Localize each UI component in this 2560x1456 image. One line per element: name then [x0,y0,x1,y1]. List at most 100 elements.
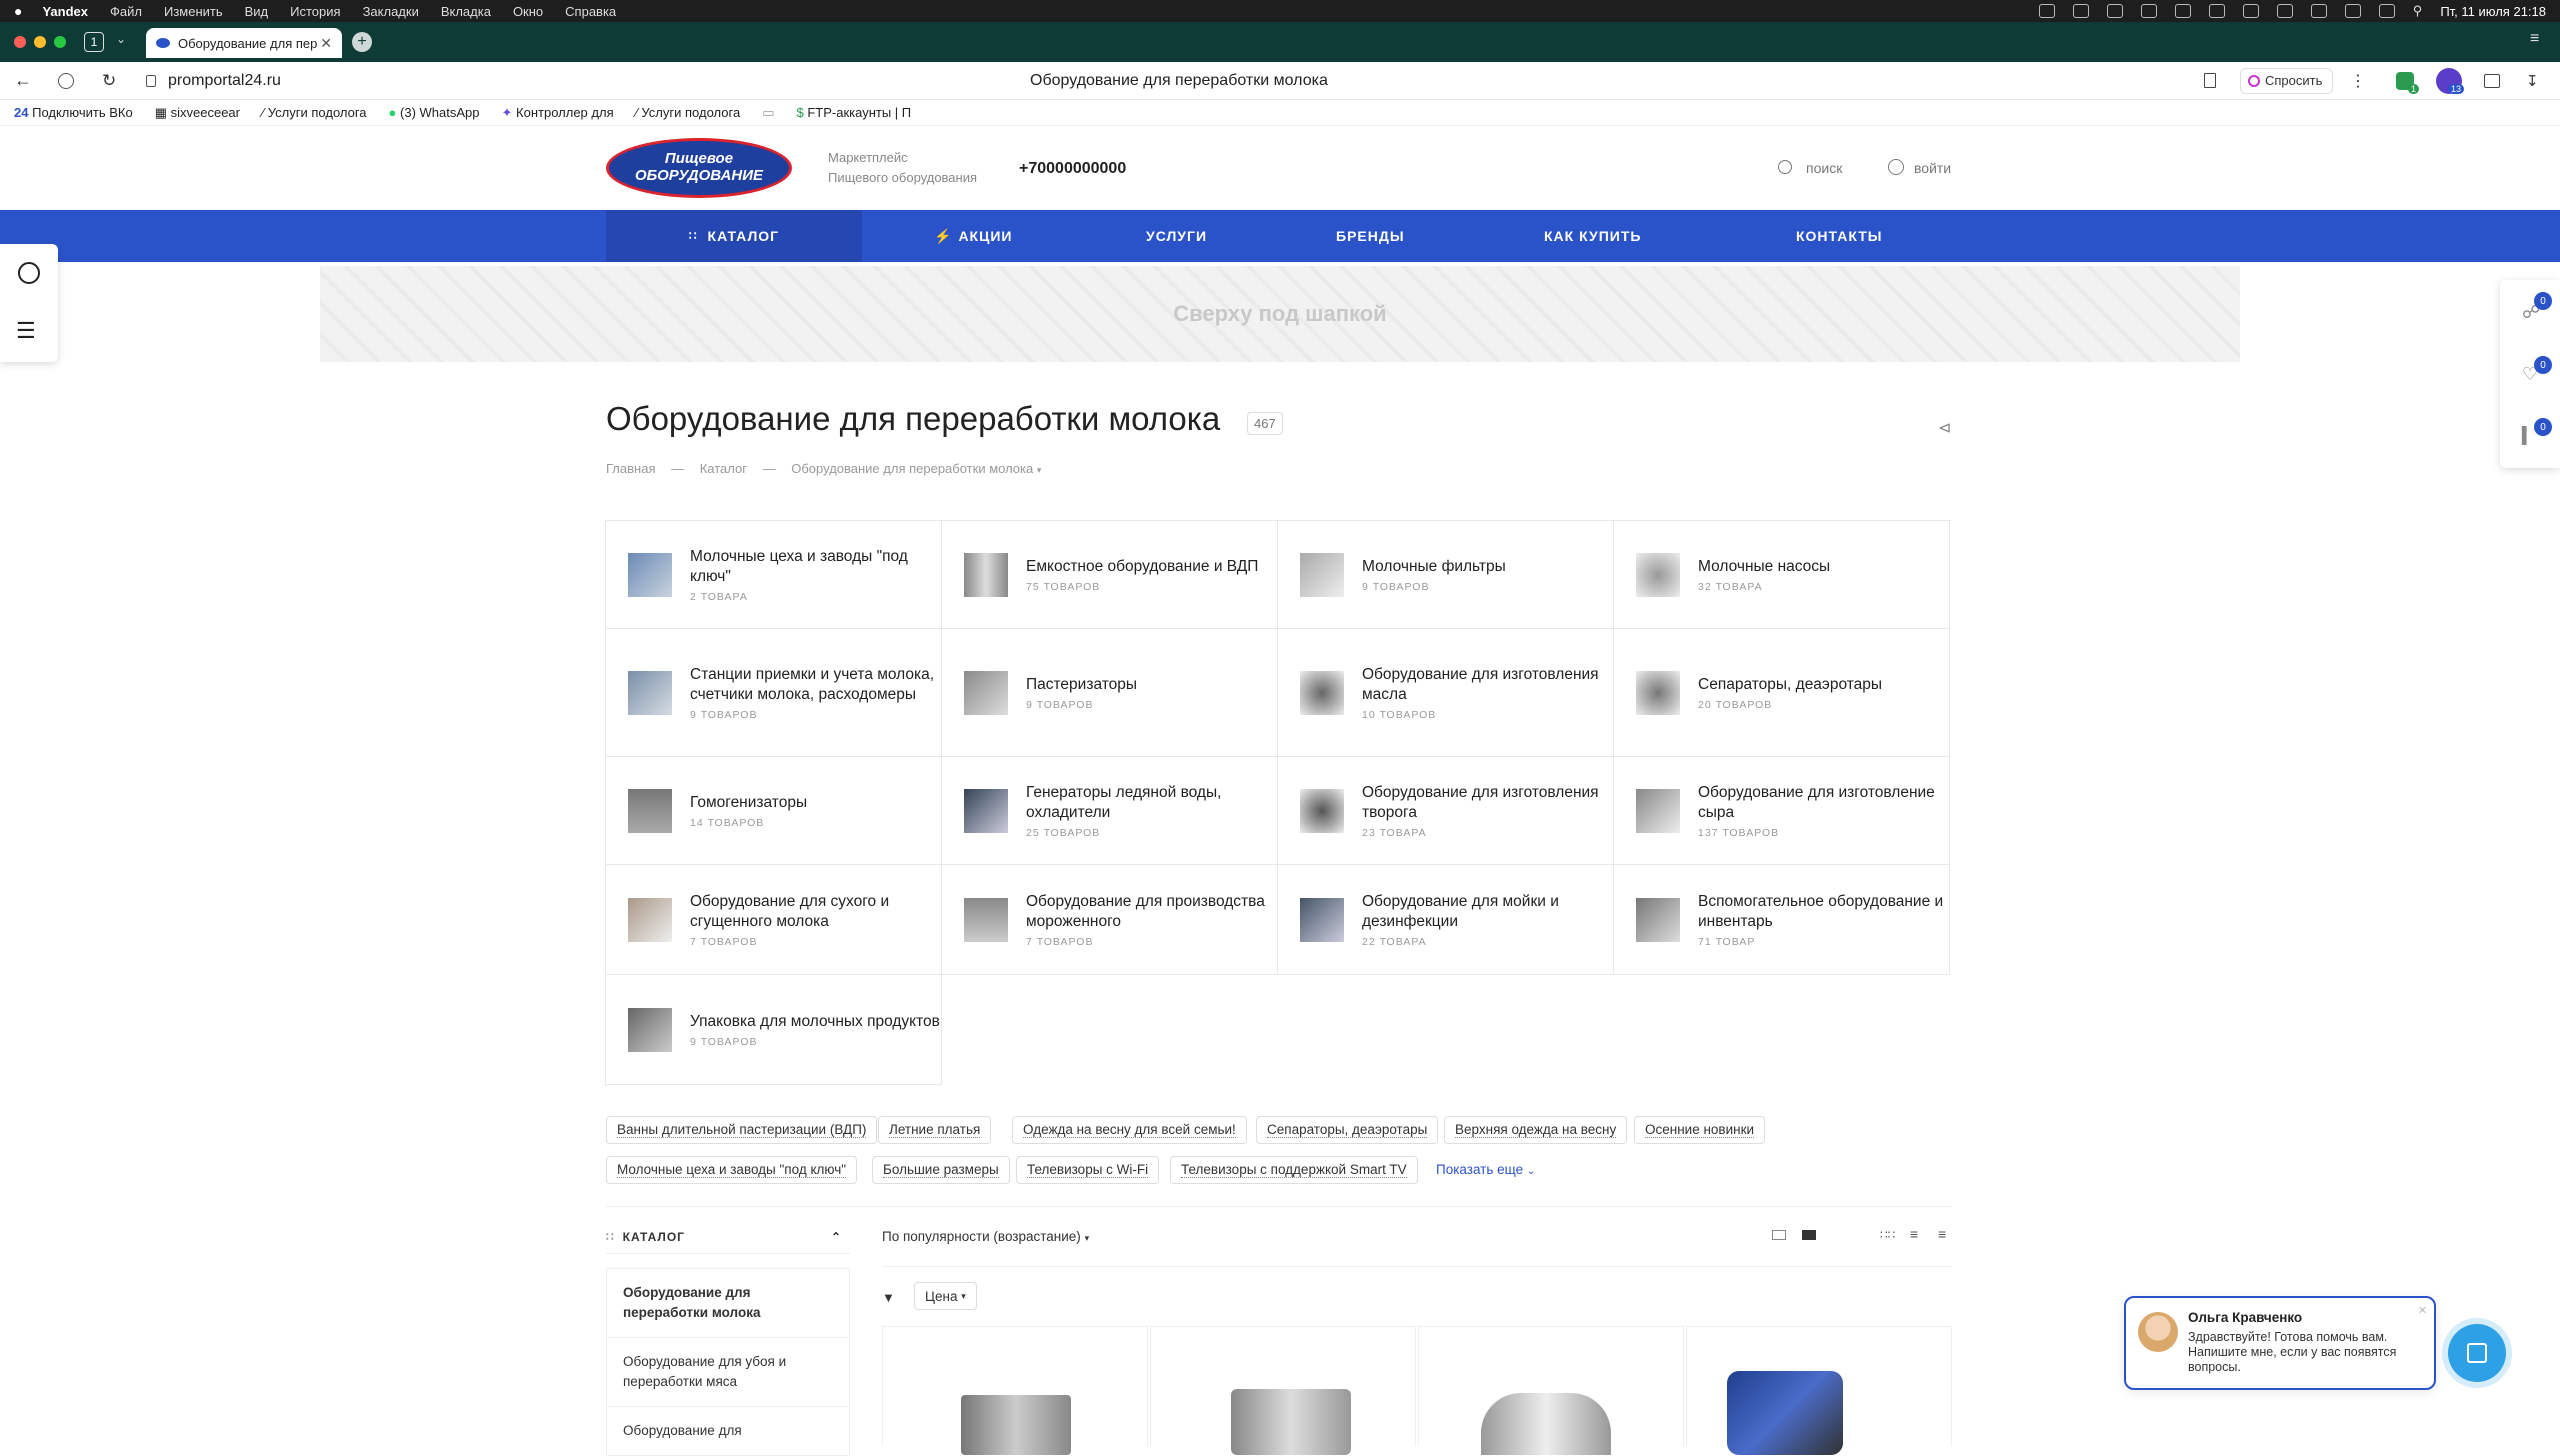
caret-down-icon[interactable]: ▾ [1037,465,1042,475]
category-card[interactable]: Сепараторы, деаэротары 20 товаров [1614,629,1950,757]
downloads-icon[interactable]: ↧ [2526,72,2539,90]
category-card[interactable]: Оборудование для сухого и сгущенного мол… [606,865,942,975]
category-card[interactable]: Оборудование для мойки и дезинфекции 22 т… [1278,865,1614,975]
category-card[interactable]: Молочные насосы 32 товара [1614,521,1950,629]
close-window-button[interactable] [14,36,26,48]
category-card[interactable]: Оборудование для изготовление сыра 137 то… [1614,757,1950,865]
category-card[interactable]: Пастеризаторы 9 товаров [942,629,1278,757]
nav-how-to-buy[interactable]: КАК КУПИТЬ [1544,210,1641,262]
chat-open-button[interactable] [2448,1324,2506,1382]
category-card[interactable]: Станции приемки и учета молока, счетчики… [606,629,942,757]
menu-icon[interactable]: ≡ [2530,30,2539,48]
nav-catalog[interactable]: ∷ КАТАЛОГ [606,210,862,262]
bookmark-item[interactable]: 24 Подключить ВКо [14,105,133,120]
product-card[interactable] [882,1326,1148,1455]
url-field[interactable]: promportal24.ru [168,72,281,90]
settings-sliders-icon[interactable]: ☰ [16,318,36,344]
tag-link[interactable]: Верхняя одежда на весну [1444,1116,1628,1144]
bookmark-item[interactable]: $ FTP-аккаунты | П [796,105,911,120]
minimize-window-button[interactable] [34,36,46,48]
product-card[interactable] [1150,1326,1416,1455]
datetime[interactable]: Пт, 11 июля 21:18 [2440,4,2546,19]
nav-contacts[interactable]: КОНТАКТЫ [1796,210,1882,262]
new-tab-button[interactable]: + [352,32,372,52]
status-icon[interactable] [2072,4,2089,18]
zoom-window-button[interactable] [54,36,66,48]
sidebar-header[interactable]: ∷ КАТАЛОГ ⌃ [606,1220,850,1254]
tag-link[interactable]: Большие размеры [872,1156,1010,1184]
user-icon[interactable] [1888,159,1904,175]
menu-history[interactable]: История [290,4,340,19]
bookmark-item[interactable]: ∕ Услуги подолога [636,105,741,120]
chevron-up-icon[interactable]: ⌃ [831,1230,842,1244]
tag-link[interactable]: Молочные цеха и заводы "под ключ" [606,1156,858,1184]
status-icon[interactable] [2140,4,2157,18]
category-card[interactable]: Молочные цеха и заводы "под ключ" 2 товар… [606,521,942,629]
more-icon[interactable]: ⋮ [2350,71,2366,91]
accessibility-icon[interactable] [18,262,40,284]
share-icon[interactable]: ⊲ [1938,418,1951,438]
breadcrumb-item[interactable]: Главная [606,461,655,476]
grid-view-icon[interactable]: ∷∷ [1880,1228,1895,1242]
spotlight-icon[interactable]: ⚲ [2413,3,2423,19]
phone-link[interactable]: +70000000000 [1019,160,1126,178]
tag-link[interactable]: Телевизоры с поддержкой Smart TV [1170,1156,1418,1184]
menu-edit[interactable]: Изменить [164,4,223,19]
bookmark-icon[interactable] [2204,73,2216,88]
breadcrumb-item[interactable]: Оборудование для переработки молока [791,461,1033,476]
nav-brands[interactable]: БРЕНДЫ [1336,210,1405,262]
sidebar-item[interactable]: Оборудование для [606,1407,850,1456]
menu-bookmarks[interactable]: Закладки [363,4,419,19]
category-card[interactable]: Емкостное оборудование и ВДП 75 товаров [942,521,1278,629]
category-card[interactable]: Оборудование для изготовления творога 23 … [1278,757,1614,865]
apple-icon[interactable]: ● [14,3,22,19]
bookmark-item[interactable]: ● (3) WhatsApp [389,105,480,120]
bookmark-item[interactable]: ▦ sixveeceear [155,105,240,121]
category-card[interactable]: Генераторы ледяной воды, охладители 25 то… [942,757,1278,865]
status-icon[interactable] [2106,4,2123,18]
view-toggle-icon[interactable] [1802,1230,1816,1240]
price-filter-button[interactable]: Цена ▾ [914,1282,977,1310]
tag-link[interactable]: Летние платья [878,1116,992,1144]
sort-select[interactable]: По популярности (возрастание) ▾ [882,1229,1089,1244]
search-icon[interactable] [1778,160,1792,174]
status-icon[interactable] [2276,4,2293,18]
bookmark-item[interactable]: ∕ Услуги подолога [262,105,367,120]
close-tab-icon[interactable]: ✕ [320,35,332,52]
tag-link[interactable]: Сепараторы, деаэротары [1256,1116,1439,1144]
status-icon[interactable] [2038,4,2055,18]
category-card[interactable]: Молочные фильтры 9 товаров [1278,521,1614,629]
product-card[interactable] [1418,1326,1684,1455]
menu-window[interactable]: Окно [513,4,543,19]
nav-services[interactable]: УСЛУГИ [1146,210,1207,262]
active-tab[interactable]: Оборудование для пер ✕ [146,28,342,58]
menu-help[interactable]: Справка [565,4,616,19]
category-card[interactable]: Упаковка для молочных продуктов 9 товаров [606,975,942,1085]
menu-file[interactable]: Файл [110,4,142,19]
category-card[interactable]: Гомогенизаторы 14 товаров [606,757,942,865]
category-card[interactable]: Оборудование для производства мороженног… [942,865,1278,975]
category-card[interactable]: Вспомогательное оборудование и инвентарь… [1614,865,1950,975]
back-icon[interactable]: ← [14,70,32,91]
wifi-icon[interactable] [2344,4,2361,18]
compare-icon[interactable]: ▍ [2522,426,2534,446]
filter-icon[interactable]: ▼ [882,1290,895,1305]
chevron-down-icon[interactable]: ⌄ [116,32,126,46]
ask-button[interactable]: Спросить [2240,67,2334,94]
tag-link[interactable]: Одежда на весну для всей семьи! [1012,1116,1247,1144]
status-icon[interactable] [2208,4,2225,18]
breadcrumb-item[interactable]: Каталог [700,461,747,476]
bookmark-item[interactable]: ✦ Контроллер для [502,105,614,121]
sidebar-item[interactable]: Оборудование для убоя и переработки мяса [606,1338,850,1407]
menu-tab[interactable]: Вкладка [441,4,491,19]
status-icon[interactable] [2310,4,2327,18]
battery-icon[interactable] [2378,4,2395,18]
table-view-icon[interactable]: ≡ [1938,1226,1946,1242]
sidebar-item-active[interactable]: Оборудование для переработки молока [606,1268,850,1338]
status-icon[interactable] [2174,4,2191,18]
list-view-icon[interactable]: ≡ [1910,1226,1918,1242]
chat-popup[interactable]: Ольга Кравченко ✕ Здравствуйте! Готова п… [2124,1296,2436,1390]
tag-link[interactable]: Ванны длительной пастеризации (ВДП) [606,1116,878,1144]
close-icon[interactable]: ✕ [2418,1304,2427,1317]
tag-link[interactable]: Телевизоры с Wi-Fi [1016,1156,1160,1184]
